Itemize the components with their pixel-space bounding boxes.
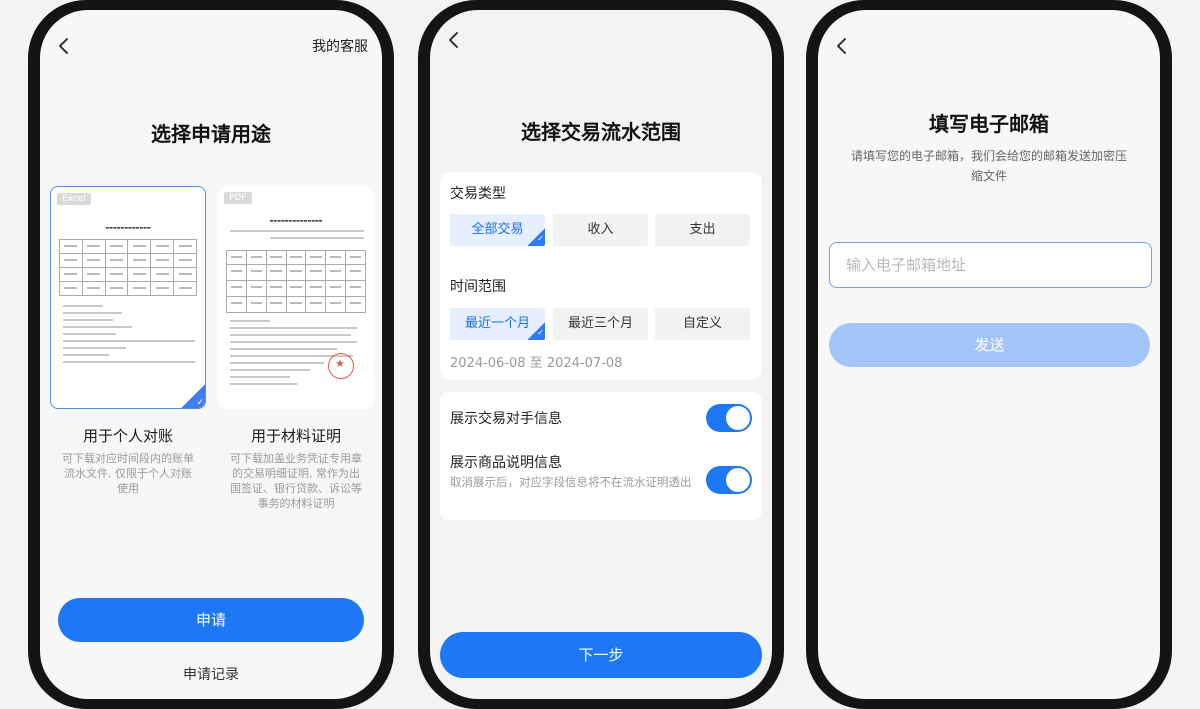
phone-frame: 选择交易流水范围 交易类型 全部交易 ✓ 收入 支出 时间范围 最近一个月 ✓ … [418,0,784,709]
screen-enter-email: 填写电子邮箱 请填写您的电子邮箱，我们会给您的邮箱发送加密压缩文件 发送 [818,10,1160,699]
document-text-lines [63,305,195,368]
email-field[interactable] [829,242,1152,288]
option-card-certificate[interactable]: PDF ▬▬▬▬▬▬▬▬▬▬▬▬▬▬ [218,186,374,409]
toggle-label-counterparty: 展示交易对手信息 [450,411,562,427]
chip-label: 全部交易 [471,222,524,237]
phone-frame: 我的客服 选择申请用途 Excel ▬▬▬▬▬▬▬▬▬▬▬▬ ✓ PDF ▬▬▬… [28,0,394,709]
document-table-graphic [59,239,197,296]
document-intro-lines [230,230,364,244]
format-tag: Excel [57,193,91,205]
option-description-certificate: 可下载加盖业务凭证专用章的交易明细证明, 常作为出国签证、银行贷款、诉讼等事务的… [230,452,362,510]
option-card-personal[interactable]: Excel ▬▬▬▬▬▬▬▬▬▬▬▬ ✓ [50,186,206,409]
option-title-certificate: 用于材料证明 [250,427,341,445]
document-heading-graphic: ▬▬▬▬▬▬▬▬▬▬▬▬ [105,225,151,230]
red-seal-stamp [328,353,354,379]
option-description-personal: 可下载对应时间段内的账单流水文件, 仅限于个人对账使用 [62,452,194,495]
send-button[interactable]: 发送 [829,323,1150,367]
toggle-product-info[interactable] [706,466,752,494]
customer-service-link[interactable]: 我的客服 [312,36,368,56]
document-heading-graphic: ▬▬▬▬▬▬▬▬▬▬▬▬▬▬ [269,218,323,223]
toggle-knob [726,406,750,430]
chip-custom[interactable]: 自定义 [655,308,750,340]
option-title-personal: 用于个人对账 [82,427,173,445]
page-title: 选择交易流水范围 [521,120,681,144]
back-arrow-icon[interactable] [832,36,852,56]
format-tag: PDF [224,192,252,204]
toggle-knob [726,468,750,492]
toggle-label-product-info: 展示商品说明信息 [450,455,562,471]
document-table-graphic [226,250,367,313]
back-arrow-icon[interactable] [444,30,464,50]
next-step-button[interactable]: 下一步 [440,632,762,678]
apply-button[interactable]: 申请 [58,598,364,642]
display-options-panel: 展示交易对手信息 展示商品说明信息 取消展示后，对应字段信息将不在流水证明透出 [440,392,762,520]
chip-income[interactable]: 收入 [553,214,648,246]
time-range-label: 时间范围 [450,279,506,295]
filter-panel: 交易类型 全部交易 ✓ 收入 支出 时间范围 最近一个月 ✓ 最近三个月 自定义… [440,172,762,380]
toggle-note-product-info: 取消展示后，对应字段信息将不在流水证明透出 [450,475,692,489]
chip-last-three-months[interactable]: 最近三个月 [553,308,648,340]
chip-expense[interactable]: 支出 [655,214,750,246]
phone-frame: 填写电子邮箱 请填写您的电子邮箱，我们会给您的邮箱发送加密压缩文件 发送 [806,0,1172,709]
toggle-counterparty[interactable] [706,404,752,432]
page-title: 填写电子邮箱 [929,112,1049,136]
page-title: 选择申请用途 [151,122,271,146]
transaction-type-label: 交易类型 [450,186,506,202]
screen-select-purpose: 我的客服 选择申请用途 Excel ▬▬▬▬▬▬▬▬▬▬▬▬ ✓ PDF ▬▬▬… [40,10,382,699]
back-arrow-icon[interactable] [54,36,74,56]
page-subtitle: 请填写您的电子邮箱，我们会给您的邮箱发送加密压缩文件 [850,149,1127,183]
application-records-link[interactable]: 申请记录 [40,664,382,684]
chip-all-transactions[interactable]: 全部交易 ✓ [450,214,545,246]
selected-check-icon: ✓ [527,322,545,340]
chip-last-month[interactable]: 最近一个月 ✓ [450,308,545,340]
screen-transaction-range: 选择交易流水范围 交易类型 全部交易 ✓ 收入 支出 时间范围 最近一个月 ✓ … [430,10,772,699]
chip-label: 最近一个月 [464,316,530,331]
date-range-text: 2024-06-08 至 2024-07-08 [450,356,623,371]
selected-check-icon: ✓ [180,383,205,408]
selected-check-icon: ✓ [527,228,545,246]
